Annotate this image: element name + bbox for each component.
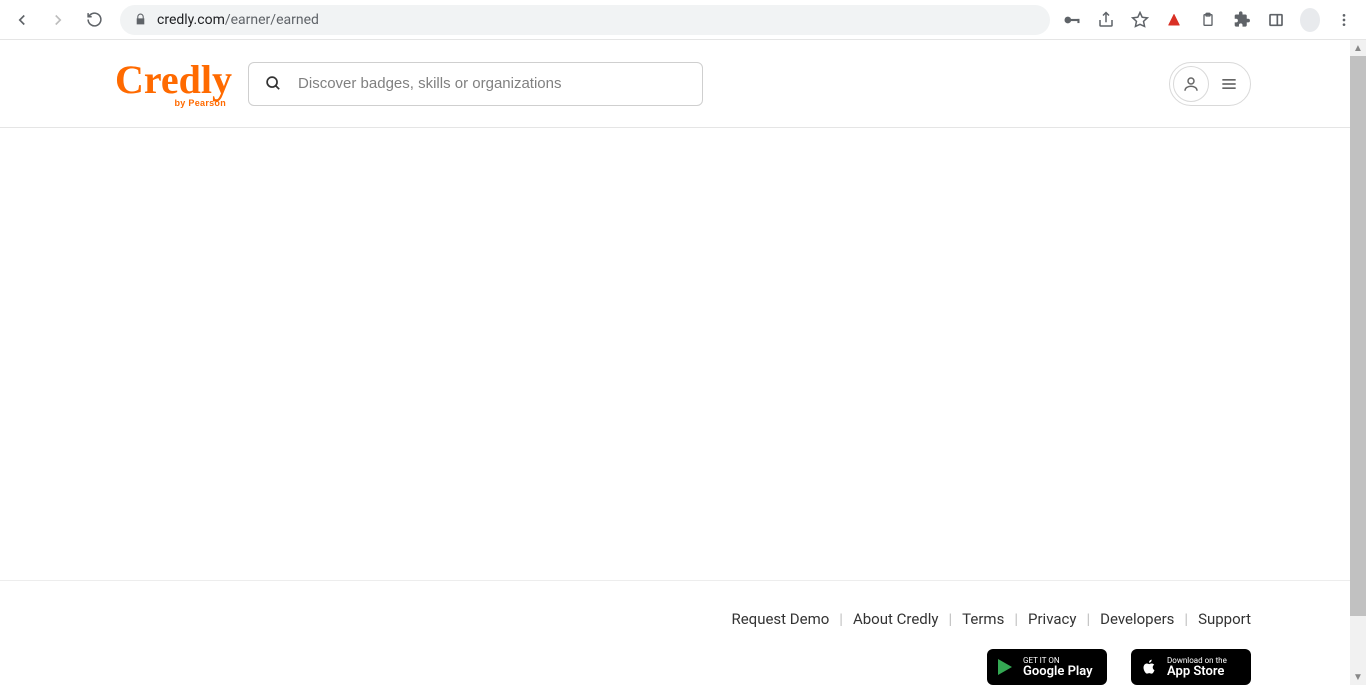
search-icon — [265, 75, 282, 92]
footer-link-request-demo[interactable]: Request Demo — [731, 610, 829, 628]
app-store-big-text: App Store — [1167, 665, 1227, 678]
footer-separator: | — [1014, 610, 1018, 628]
user-icon — [1173, 66, 1209, 102]
browser-actions — [1062, 10, 1358, 30]
app-store-badge[interactable]: Download on the App Store — [1131, 649, 1251, 685]
extension-opera-icon[interactable] — [1164, 10, 1184, 30]
google-play-icon — [995, 657, 1015, 677]
key-icon[interactable] — [1062, 10, 1082, 30]
google-play-big-text: Google Play — [1023, 665, 1093, 678]
page-content: Credly by Pearson Request Demo | About C… — [0, 40, 1366, 685]
site-header: Credly by Pearson — [0, 40, 1366, 128]
profile-avatar[interactable] — [1300, 10, 1320, 30]
logo-subtitle: by Pearson — [175, 99, 227, 108]
back-button[interactable] — [8, 6, 36, 34]
address-bar[interactable]: credly.com/earner/earned — [120, 5, 1050, 35]
scroll-thumb[interactable] — [1350, 56, 1366, 616]
star-icon[interactable] — [1130, 10, 1150, 30]
footer-links: Request Demo | About Credly | Terms | Pr… — [731, 597, 1251, 641]
footer-separator: | — [1184, 610, 1188, 628]
footer: Request Demo | About Credly | Terms | Pr… — [0, 581, 1366, 685]
apple-icon — [1139, 657, 1159, 677]
extension-clipboard-icon[interactable] — [1198, 10, 1218, 30]
footer-link-privacy[interactable]: Privacy — [1028, 610, 1076, 628]
footer-link-about[interactable]: About Credly — [853, 610, 939, 628]
browser-toolbar: credly.com/earner/earned — [0, 0, 1366, 40]
scrollbar[interactable]: ▲ ▼ — [1350, 40, 1366, 685]
lock-icon — [134, 13, 147, 26]
credly-logo[interactable]: Credly by Pearson — [115, 60, 232, 108]
extensions-icon[interactable] — [1232, 10, 1252, 30]
search-input[interactable] — [298, 75, 686, 92]
forward-button[interactable] — [44, 6, 72, 34]
footer-separator: | — [949, 610, 953, 628]
reload-button[interactable] — [80, 6, 108, 34]
footer-separator: | — [839, 610, 843, 628]
user-menu-pill[interactable] — [1169, 62, 1251, 106]
footer-separator: | — [1086, 610, 1090, 628]
side-panel-icon[interactable] — [1266, 10, 1286, 30]
url-text: credly.com/earner/earned — [157, 12, 319, 28]
chrome-menu-icon[interactable] — [1334, 10, 1354, 30]
footer-link-developers[interactable]: Developers — [1100, 610, 1174, 628]
scroll-down-arrow[interactable]: ▼ — [1350, 669, 1366, 685]
scroll-up-arrow[interactable]: ▲ — [1350, 40, 1366, 56]
app-store-badges: GET IT ON Google Play Download on the Ap… — [987, 649, 1251, 685]
google-play-badge[interactable]: GET IT ON Google Play — [987, 649, 1107, 685]
share-icon[interactable] — [1096, 10, 1116, 30]
footer-link-terms[interactable]: Terms — [962, 610, 1004, 628]
main-empty-area — [0, 128, 1366, 581]
hamburger-menu-icon[interactable] — [1211, 66, 1247, 102]
search-box[interactable] — [248, 62, 703, 106]
footer-link-support[interactable]: Support — [1198, 610, 1251, 628]
